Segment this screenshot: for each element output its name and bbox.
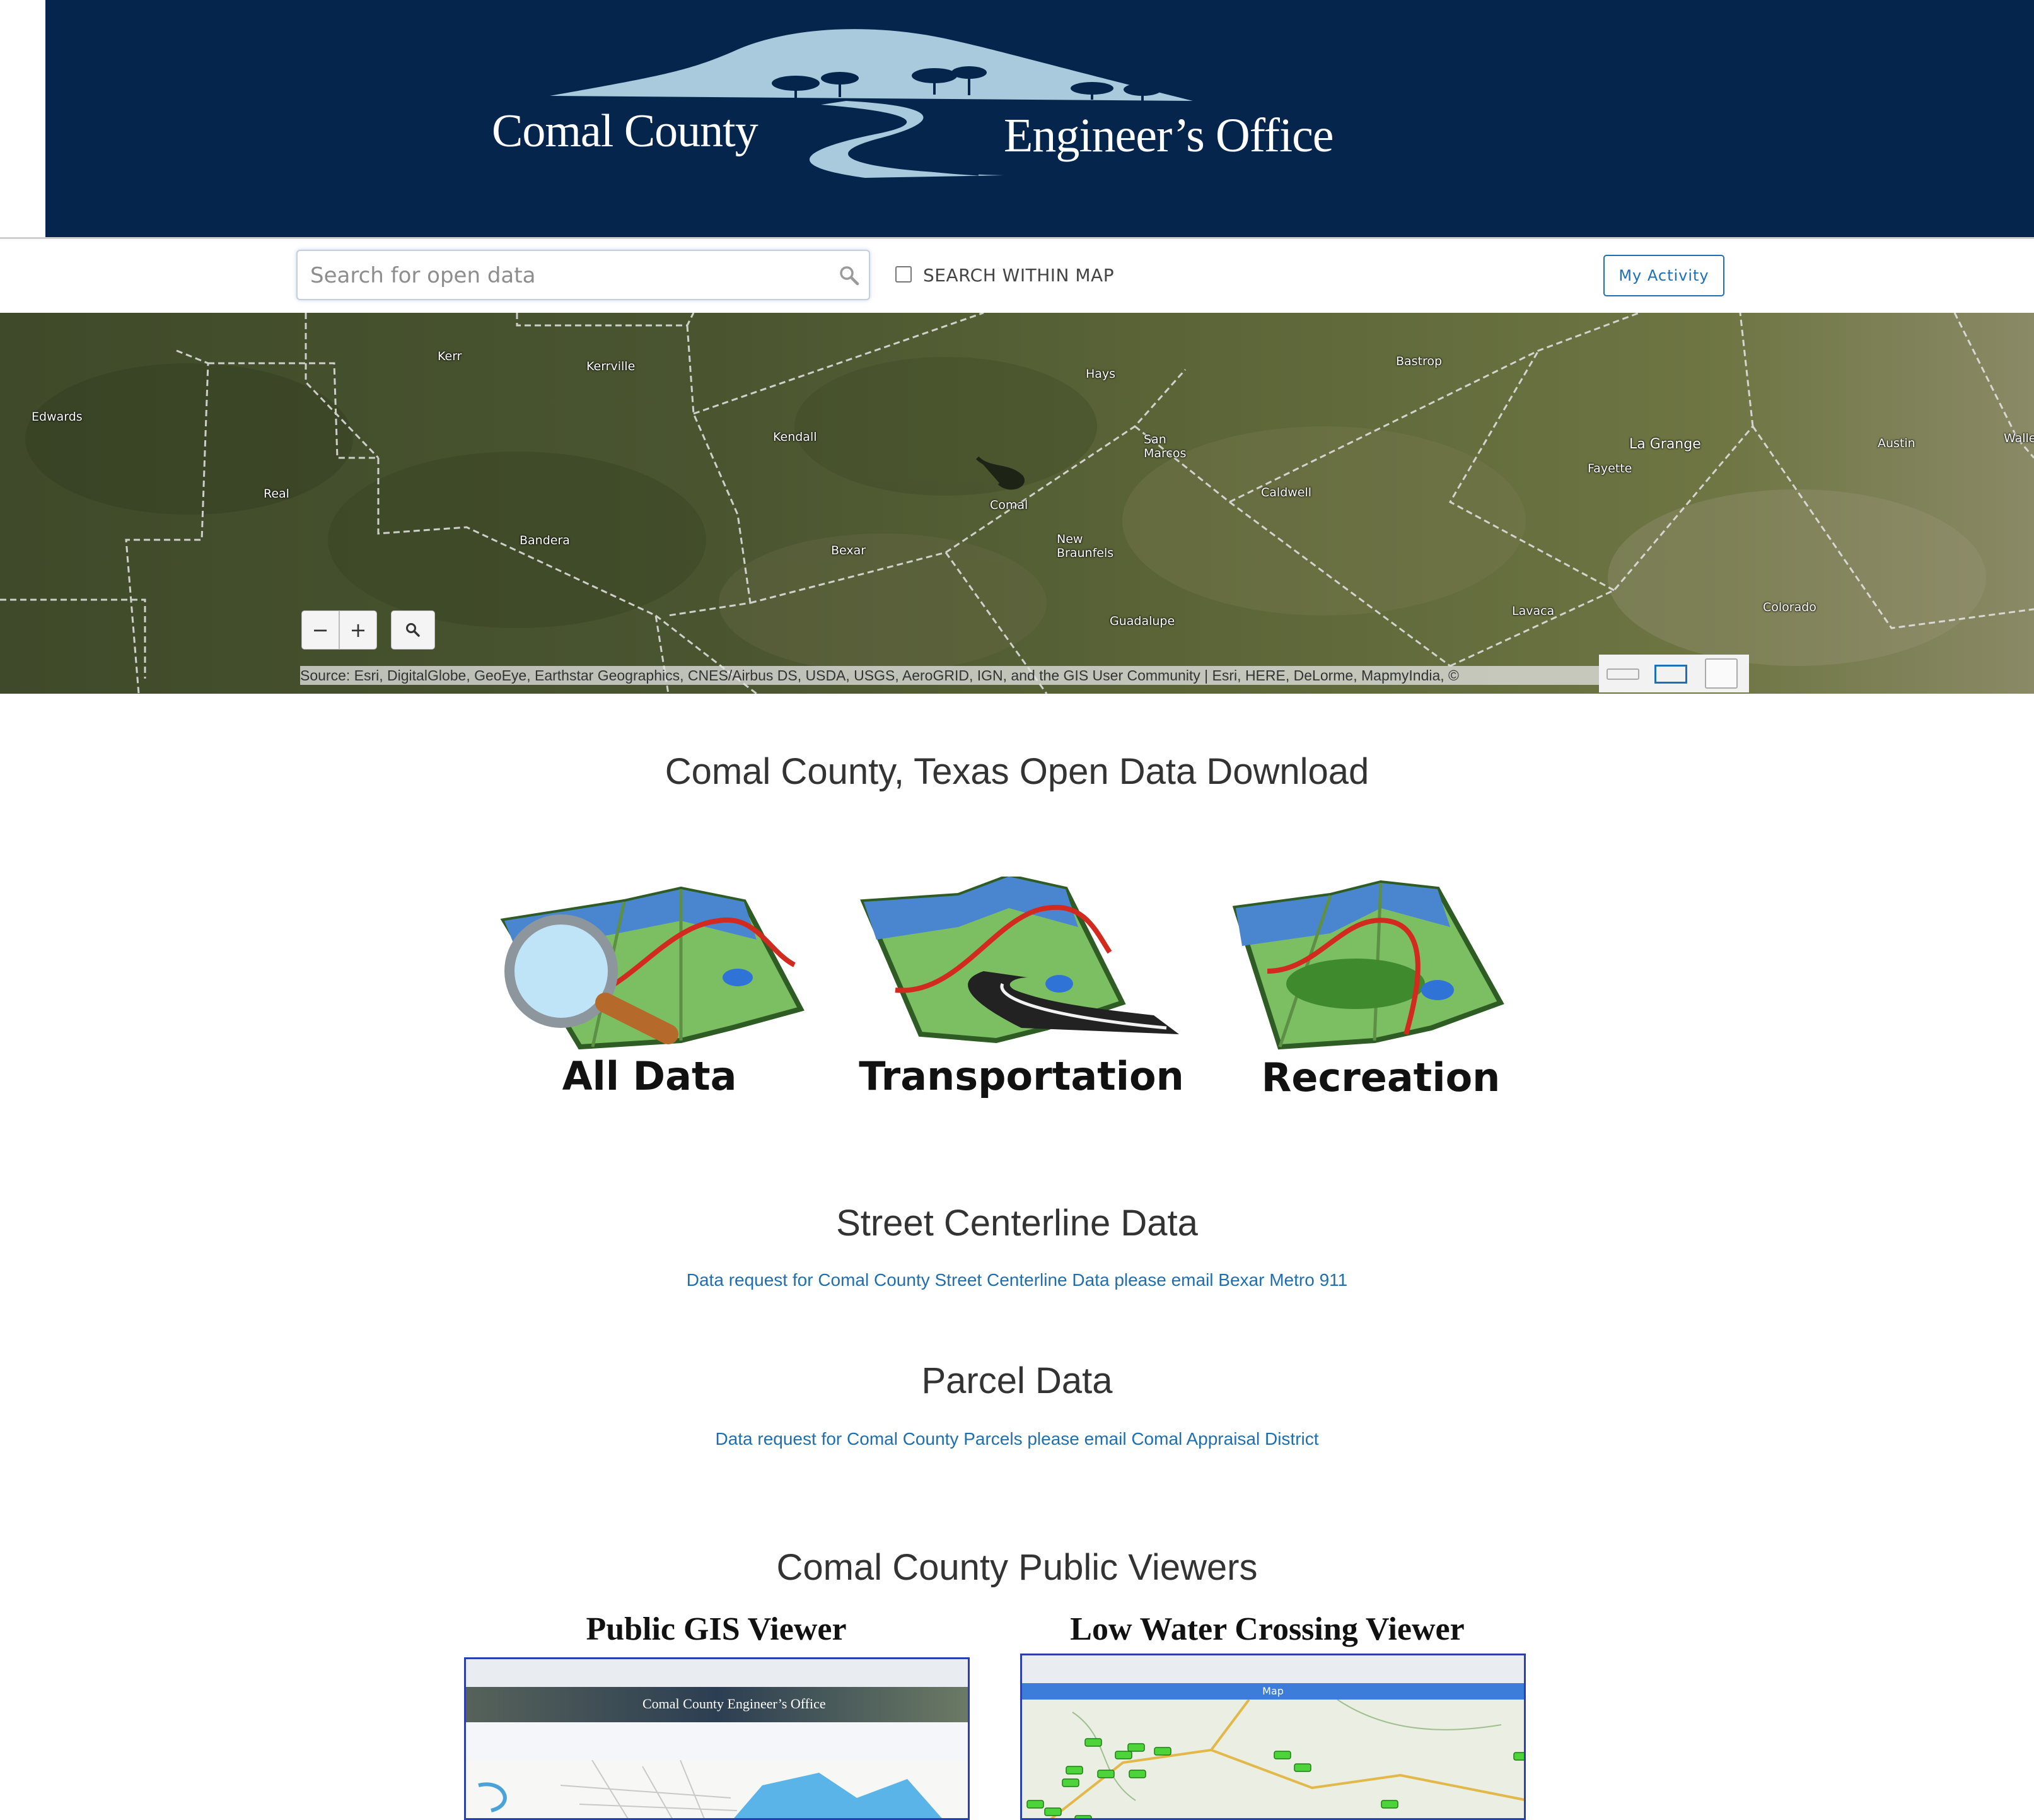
map-place-label: Comal — [990, 498, 1028, 512]
zoom-out-button[interactable]: − — [301, 610, 339, 650]
map-place-label: Austin — [1878, 436, 1915, 450]
map-place-label: Guadalupe — [1110, 614, 1175, 628]
map-attribution: Source: Esri, DigitalGlobe, GeoEye, Eart… — [300, 666, 1599, 685]
map-place-label: Kerrville — [586, 359, 636, 373]
viewer-header-title: Map — [1262, 1685, 1284, 1697]
map-place-label: Hays — [1086, 367, 1116, 381]
street-centerline-link[interactable]: Data request for Comal County Street Cen… — [0, 1270, 2034, 1290]
logo-text-left: Comal County — [492, 105, 758, 157]
map-view[interactable]: Edwards Kerr Kerrville Real Bandera Kend… — [0, 313, 2034, 694]
basemap-size-switcher — [1599, 655, 1749, 692]
map-place-label: New Braunfels — [1057, 532, 1114, 560]
header-divider — [0, 237, 2034, 239]
map-place-label: Edwards — [32, 410, 83, 424]
public-viewers-title: Comal County Public Viewers — [776, 1547, 1258, 1588]
magnifier-icon — [406, 623, 420, 637]
viewer-toolbar — [466, 1722, 968, 1761]
low-water-crossing-viewer-thumbnail[interactable]: Map — [1020, 1654, 1526, 1820]
viewer-label: Low Water Crossing Viewer — [1070, 1611, 1465, 1647]
small-view-toggle[interactable] — [1607, 668, 1639, 680]
map-place-label: Caldwell — [1261, 486, 1312, 499]
map-place-label: San Marcos — [1144, 433, 1187, 460]
map-road-icon — [860, 877, 1179, 1044]
public-gis-viewer-thumbnail[interactable]: Comal County Engineer’s Office — [464, 1657, 970, 1820]
search-input[interactable] — [309, 259, 816, 293]
map-place-label: La Grange — [1629, 436, 1701, 452]
category-all-data[interactable]: All Data — [492, 877, 807, 1104]
map-place-label: Fayette — [1588, 462, 1632, 475]
zoom-in-button[interactable]: + — [339, 610, 377, 650]
map-place-label: Colorado — [1763, 600, 1816, 614]
logo-text-right: Engineer’s Office — [1004, 109, 1334, 162]
map-place-label: Bastrop — [1396, 354, 1443, 368]
header-banner: Comal County Engineer’s Office — [45, 0, 2034, 237]
map-place-label: Bandera — [520, 534, 570, 547]
street-centerline-title: Street Centerline Data — [836, 1203, 1198, 1244]
medium-view-toggle[interactable] — [1654, 665, 1687, 684]
search-box — [296, 250, 870, 300]
viewer-banner: Comal County Engineer’s Office — [466, 1687, 968, 1722]
browser-bar — [466, 1659, 968, 1688]
category-label: Transportation — [859, 1053, 1184, 1099]
map-place-label: Real — [264, 487, 289, 501]
viewer-map-preview — [466, 1760, 968, 1818]
map-place-label: Kendall — [773, 430, 817, 444]
map-place-label: Walle — [2004, 431, 2034, 445]
search-icon[interactable] — [839, 265, 860, 286]
map-place-label: Lavaca — [1512, 604, 1555, 618]
search-within-map-checkbox[interactable] — [895, 266, 912, 283]
viewer-banner-title: Comal County Engineer’s Office — [642, 1696, 826, 1712]
category-transportation[interactable]: Transportation — [857, 877, 1185, 1104]
category-label: All Data — [562, 1053, 737, 1099]
parcel-link[interactable]: Data request for Comal County Parcels pl… — [0, 1429, 2034, 1449]
map-place-label: Bexar — [831, 544, 866, 557]
browser-bar — [1022, 1655, 1524, 1684]
my-activity-button[interactable]: My Activity — [1603, 255, 1724, 296]
category-recreation[interactable]: Recreation — [1229, 877, 1532, 1104]
category-label: Recreation — [1261, 1054, 1501, 1100]
large-view-toggle[interactable] — [1705, 658, 1738, 689]
parcel-title: Parcel Data — [921, 1360, 1113, 1401]
viewer-label: Public GIS Viewer — [586, 1611, 847, 1647]
search-within-map-label: SEARCH WITHIN MAP — [923, 265, 1115, 286]
map-place-label: Kerr — [438, 349, 462, 363]
map-search-button[interactable] — [391, 610, 435, 650]
crossing-map-preview — [1022, 1700, 1524, 1818]
map-magnifier-icon — [500, 886, 805, 1050]
map-icon — [1232, 880, 1504, 1050]
viewer-header: Map — [1022, 1683, 1524, 1700]
page-title: Comal County, Texas Open Data Download — [665, 751, 1369, 792]
